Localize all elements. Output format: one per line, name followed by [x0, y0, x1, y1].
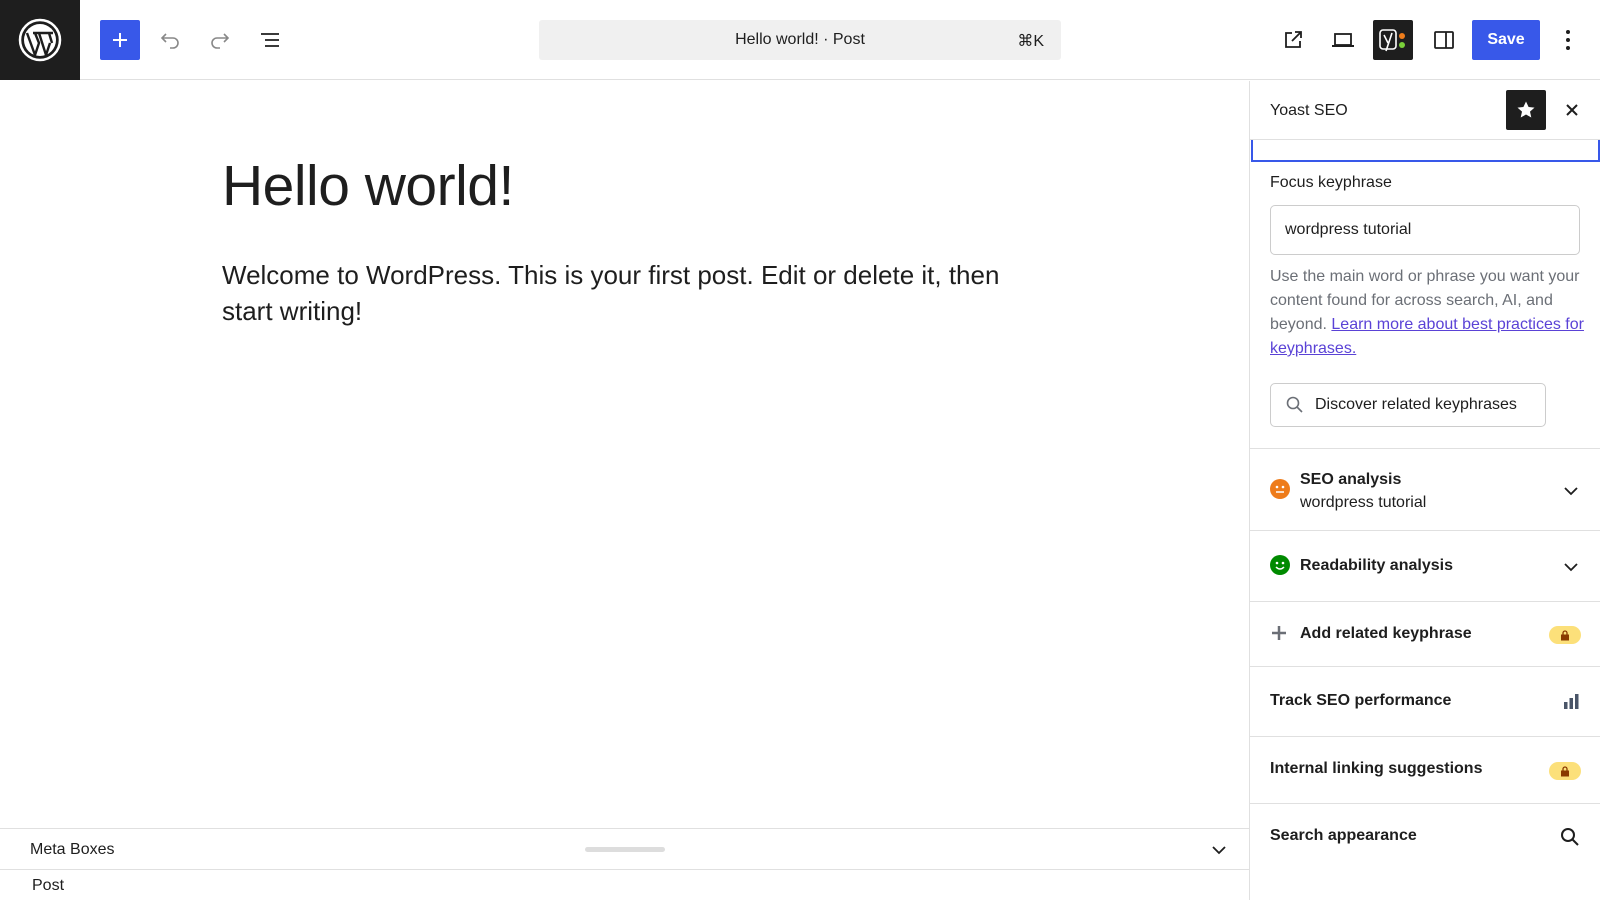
- wordpress-logo-icon: [18, 18, 62, 62]
- track-seo-performance-title: Track SEO performance: [1270, 692, 1452, 709]
- paragraph-block[interactable]: Welcome to WordPress. This is your first…: [222, 257, 1022, 329]
- seo-analysis-keyphrase: wordpress tutorial: [1300, 494, 1427, 511]
- premium-lock-badge: [1549, 626, 1581, 644]
- redo-button[interactable]: [200, 20, 240, 60]
- meta-boxes-label: Meta Boxes: [30, 841, 115, 858]
- editor-header: Hello world! · Post ⌘K Save: [0, 0, 1600, 80]
- post-title[interactable]: Hello world!: [222, 153, 514, 219]
- chevron-down-icon: [1564, 487, 1578, 496]
- focused-element-outline: [1251, 140, 1600, 162]
- document-overview-button[interactable]: [250, 20, 290, 60]
- seo-status-icon: [1270, 479, 1290, 499]
- command-palette-button[interactable]: Hello world! · Post ⌘K: [539, 20, 1061, 60]
- undo-icon: [160, 33, 179, 49]
- close-sidebar-button[interactable]: [1556, 94, 1588, 126]
- lock-icon: [1561, 765, 1569, 776]
- more-vertical-icon: [1566, 30, 1570, 50]
- discover-label: Discover related keyphrases: [1315, 396, 1517, 413]
- save-button[interactable]: Save: [1472, 20, 1540, 60]
- yoast-icon: [1379, 29, 1405, 52]
- readability-status-icon: [1270, 555, 1290, 575]
- search-icon: [1561, 828, 1579, 846]
- lock-icon: [1561, 629, 1569, 640]
- chevron-down-icon[interactable]: [1208, 839, 1230, 861]
- yoast-seo-sidebar-toggle[interactable]: [1373, 20, 1413, 60]
- readability-analysis-title: Readability analysis: [1300, 557, 1453, 574]
- sidebar-icon: [1434, 31, 1454, 49]
- wordpress-logo-button[interactable]: [0, 0, 80, 80]
- plus-icon: [1272, 626, 1286, 640]
- editor-canvas: Hello world! Welcome to WordPress. This …: [0, 81, 1249, 828]
- seo-analysis-panel[interactable]: SEO analysis wordpress tutorial: [1250, 448, 1600, 530]
- add-related-keyphrase-panel[interactable]: Add related keyphrase: [1250, 601, 1600, 666]
- yoast-seo-sidebar: Yoast SEO Focus keyphrase Use the main w…: [1249, 81, 1600, 900]
- redo-icon: [211, 33, 230, 49]
- focus-keyphrase-help: Use the main word or phrase you want you…: [1270, 265, 1588, 361]
- plus-icon: [113, 33, 127, 47]
- settings-sidebar-toggle[interactable]: [1424, 20, 1464, 60]
- device-preview-button[interactable]: [1323, 20, 1363, 60]
- breadcrumb-item[interactable]: Post: [32, 877, 64, 895]
- star-icon: [1517, 101, 1535, 118]
- block-inserter-button[interactable]: [100, 20, 140, 60]
- track-seo-performance-panel[interactable]: Track SEO performance: [1250, 666, 1600, 736]
- discover-related-keyphrases-button[interactable]: Discover related keyphrases: [1270, 383, 1546, 427]
- seo-analysis-title: SEO analysis: [1300, 471, 1402, 488]
- internal-linking-panel[interactable]: Internal linking suggestions: [1250, 736, 1600, 803]
- internal-linking-title: Internal linking suggestions: [1270, 760, 1483, 777]
- view-post-button[interactable]: [1273, 20, 1313, 60]
- search-icon: [1286, 396, 1303, 413]
- search-appearance-title: Search appearance: [1270, 827, 1417, 844]
- meta-boxes-panel[interactable]: Meta Boxes: [0, 828, 1249, 870]
- readability-analysis-panel[interactable]: Readability analysis: [1250, 530, 1600, 601]
- shortcut-hint: ⌘K: [1017, 33, 1044, 50]
- sidebar-header: Yoast SEO: [1250, 81, 1600, 140]
- pin-sidebar-button[interactable]: [1506, 90, 1546, 130]
- bar-chart-icon: [1564, 694, 1579, 709]
- list-view-icon: [261, 33, 279, 47]
- undo-button[interactable]: [150, 20, 190, 60]
- close-icon: [1566, 104, 1578, 116]
- laptop-icon: [1332, 33, 1354, 47]
- sidebar-title: Yoast SEO: [1270, 102, 1348, 119]
- resize-handle[interactable]: [585, 847, 665, 852]
- focus-keyphrase-input[interactable]: [1270, 205, 1580, 255]
- document-title: Hello world! · Post: [735, 31, 865, 48]
- focus-keyphrase-label: Focus keyphrase: [1270, 174, 1392, 191]
- options-menu-button[interactable]: [1550, 20, 1586, 60]
- external-link-icon: [1285, 31, 1302, 48]
- block-breadcrumb: Post: [0, 870, 1249, 900]
- search-appearance-panel[interactable]: Search appearance: [1250, 803, 1600, 900]
- add-related-keyphrase-title: Add related keyphrase: [1300, 625, 1472, 642]
- chevron-down-icon: [1564, 563, 1578, 572]
- premium-lock-badge: [1549, 762, 1581, 780]
